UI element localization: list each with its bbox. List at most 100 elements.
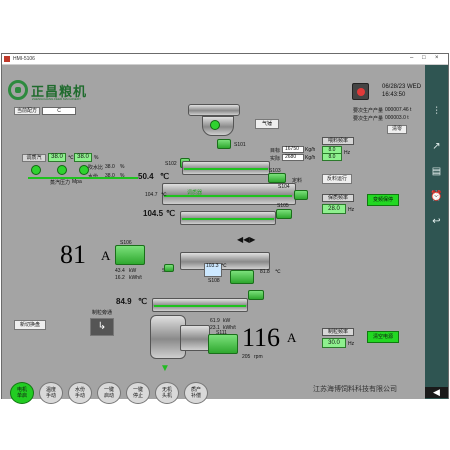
steam-pct-value[interactable]: 38.0: [74, 153, 92, 162]
pellet-energy-unit: kWh/t: [223, 325, 236, 331]
title-bar: HMI-5106 – □ ×: [2, 54, 448, 65]
current-output-value: 000007.46 t: [385, 107, 412, 113]
actual-label: 实际: [270, 156, 281, 162]
bottom-btn-one-key-start[interactable]: 一键 启动: [97, 382, 121, 404]
alarm-icon[interactable]: ⏰: [430, 190, 443, 203]
previous-output-label: 要次生产产量: [353, 116, 384, 122]
temp-6-value: 81.8: [260, 269, 270, 275]
roller-unit: Hz: [348, 341, 355, 347]
pellet-power-unit: kW: [223, 318, 231, 324]
tag-s102: S102: [165, 161, 177, 167]
roller-value[interactable]: 30.0: [322, 338, 346, 348]
steam-label: 调质汽: [22, 154, 46, 162]
reverse-run-button[interactable]: 反料运行: [322, 174, 352, 184]
pellet-conveyor-flow: [154, 305, 246, 307]
steam-valve-2-icon[interactable]: [57, 165, 67, 175]
temp-4-unit: ℃: [138, 297, 147, 306]
recipe-label: 当前配方: [14, 107, 40, 115]
air-hammer-button[interactable]: 气锤: [255, 119, 279, 129]
logo-icon: [8, 80, 28, 100]
bottom-btn-temp-manual[interactable]: 温度 手动: [39, 382, 63, 404]
pellet-rpm-unit: rpm: [254, 354, 263, 360]
temp-3-unit: ℃: [166, 209, 175, 218]
temp-4-value: 84.9: [116, 297, 132, 306]
close-button[interactable]: ×: [435, 55, 439, 61]
app-icon: [4, 56, 10, 62]
bottom-btn-no-head[interactable]: 无机 头机: [155, 382, 179, 404]
main-motor-power-unit: kW: [129, 268, 137, 274]
motor-s109[interactable]: [230, 270, 254, 284]
conditioner-flow: [164, 195, 292, 197]
roller-title: 制粒频率: [322, 328, 354, 336]
gate-label: 制粒旁通: [92, 310, 113, 316]
minimize-button[interactable]: –: [410, 55, 413, 61]
new-feed-button[interactable]: 新切换盘: [14, 320, 46, 330]
back-icon[interactable]: ↩: [430, 215, 443, 228]
sliders-icon[interactable]: ⫶: [430, 105, 443, 118]
main-motor-s106[interactable]: [115, 245, 145, 265]
time-display: 16:43:50: [382, 92, 406, 98]
temp-5-unit: ℃: [221, 263, 227, 269]
direction-arrows-icon: ◀◀▶: [237, 235, 256, 244]
hmi-canvas: 正昌粮机 ZHENGCHANG FEED MACHINERY 06/28/23 …: [2, 65, 425, 404]
main-motor-energy-unit: kWh/t: [129, 275, 142, 281]
steam-valve-1-icon[interactable]: [31, 165, 41, 175]
bottom-btn-one-key-stop[interactable]: 一键 停止: [126, 382, 150, 404]
moisture-set-value: 38.0: [105, 164, 115, 170]
main-motor-current: 81: [60, 240, 86, 269]
exit-button[interactable]: ◀: [425, 387, 448, 398]
maximize-button[interactable]: □: [422, 55, 426, 61]
tag-s104: S104: [278, 184, 290, 190]
pellet-power: 61.9: [210, 318, 220, 324]
steam-temp-value[interactable]: 38.0: [48, 153, 66, 162]
feed-bin-level-icon: [210, 120, 220, 130]
bypass-gate-icon[interactable]: ↳: [90, 318, 114, 336]
temp-2-value: 104.7: [145, 192, 158, 198]
speed-panel-value[interactable]: 28.0: [322, 204, 346, 214]
pellet-rpm: 205: [242, 354, 251, 360]
chart-icon[interactable]: ↗: [430, 140, 443, 153]
clear-output-button[interactable]: 清零: [387, 125, 407, 134]
pellet-current-unit: A: [287, 330, 297, 345]
retainer-flow: [182, 218, 274, 220]
target-value: 16750: [282, 146, 304, 153]
main-motor-current-unit: A: [101, 248, 111, 263]
feed-bin-top: [188, 104, 240, 116]
steam-line: [28, 177, 138, 179]
report-icon[interactable]: ▤: [430, 165, 443, 178]
temp-1-unit: ℃: [160, 172, 169, 181]
feeder-freq-unit: Hz: [344, 150, 351, 156]
temp-1-value: 50.4: [138, 172, 154, 181]
discharge-arrow-icon: ▼: [160, 363, 170, 374]
alarm-button[interactable]: [352, 83, 369, 100]
hmi-window: HMI-5106 – □ × 正昌粮机 ZHENGCHANG FEED MACH…: [1, 53, 449, 404]
main-motor-power: 43.4: [115, 268, 125, 274]
pellet-motor-s111[interactable]: [208, 334, 238, 354]
speed-panel-title: 保质频率: [322, 194, 354, 202]
recipe-value[interactable]: C: [42, 107, 76, 115]
bottom-btn-moisture-manual[interactable]: 水份 手动: [68, 382, 92, 404]
pellet-mill-drive: [180, 325, 210, 351]
motor-s105[interactable]: [276, 209, 292, 219]
company-name: 江苏海博饲料科技有限公司: [313, 385, 397, 393]
temp-5-value: 103.3: [206, 263, 219, 269]
brand-subtitle: ZHENGCHANG FEED MACHINERY: [32, 97, 81, 101]
motor-s104[interactable]: [294, 190, 308, 200]
tag-s108: S108: [208, 278, 220, 284]
actual-value: 2680: [282, 154, 304, 161]
date-display: 06/28/23 WED: [382, 84, 422, 90]
motor-s103[interactable]: [268, 173, 286, 183]
motor-s107[interactable]: [164, 264, 174, 272]
motor-s110[interactable]: [248, 290, 264, 300]
conditioner-drum: [162, 183, 296, 205]
pellet-current: 116: [242, 323, 281, 352]
current-output-label: 要次生产产量: [353, 108, 384, 114]
clear-power-button[interactable]: 清空电源: [367, 331, 399, 343]
feeder-freq-value-2[interactable]: 8.0: [322, 153, 342, 161]
feeder-motor-s101[interactable]: [217, 139, 231, 149]
bottom-btn-motor-start[interactable]: 电机 单启: [10, 382, 34, 404]
vfd-stop-button[interactable]: 变频保停: [367, 194, 399, 206]
steam-pressure-label: 蒸汽压力: [50, 180, 71, 186]
temp-6-unit: ℃: [275, 269, 281, 275]
bottom-btn-compensation[interactable]: 质产 补偿: [184, 382, 208, 404]
